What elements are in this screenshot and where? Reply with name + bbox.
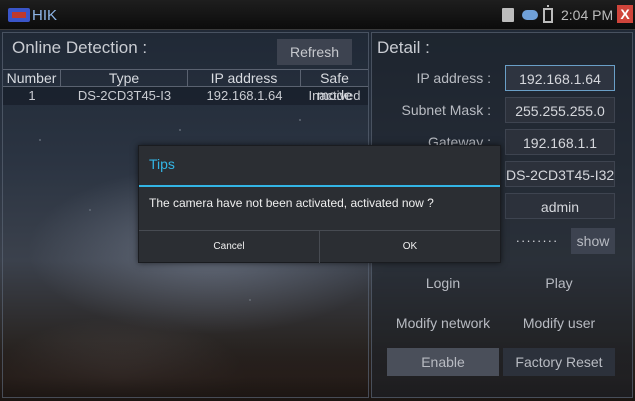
hik-logo-icon xyxy=(8,8,30,22)
dialog-title: Tips xyxy=(149,156,175,172)
app-screen: HIK 2:04 PM X Online Detection : Refresh… xyxy=(0,0,635,401)
username-field[interactable]: admin xyxy=(505,193,615,219)
status-bar: HIK 2:04 PM X xyxy=(0,0,635,30)
column-header-number: Number xyxy=(3,70,61,86)
sd-card-icon xyxy=(502,8,514,22)
usb-icon xyxy=(522,10,538,20)
cell-safe-mode: Inactived xyxy=(308,88,361,103)
cancel-button[interactable]: Cancel xyxy=(139,231,320,263)
cell-type: DS-2CD3T45-I3 xyxy=(77,88,172,103)
column-header-ip-address: IP address xyxy=(188,70,301,86)
gateway-field[interactable]: 192.168.1.1 xyxy=(505,129,615,155)
column-header-safe-mode: Safe mode xyxy=(316,70,353,103)
clock-time: 2:04 PM xyxy=(561,7,614,23)
subnet-mask-field[interactable]: 255.255.255.0 xyxy=(505,97,615,123)
subnet-mask-label: Subnet Mask : xyxy=(401,102,492,118)
online-detection-title: Online Detection : xyxy=(12,38,148,57)
ok-button[interactable]: OK xyxy=(320,231,500,263)
device-model-field[interactable]: DS-2CD3T45-I3201 xyxy=(505,161,615,187)
cell-number: 1 xyxy=(28,88,36,103)
device-table-header: Number Type IP address Safe mode xyxy=(3,69,368,103)
activation-dialog: Tips The camera have not been activated,… xyxy=(138,145,501,263)
dialog-title-divider xyxy=(139,185,500,187)
login-button[interactable]: Login xyxy=(387,269,499,297)
column-header-type: Type xyxy=(61,70,188,86)
battery-icon xyxy=(543,5,553,23)
dialog-message: The camera have not been activated, acti… xyxy=(149,196,434,210)
show-password-button[interactable]: show xyxy=(571,228,615,254)
ip-address-field[interactable]: 192.168.1.64 xyxy=(505,65,615,91)
device-table: Number Type IP address Safe mode 1 DS-2C… xyxy=(3,69,368,105)
modify-user-button[interactable]: Modify user xyxy=(503,309,615,337)
factory-reset-button[interactable]: Factory Reset xyxy=(503,348,615,376)
table-row[interactable]: 1 DS-2CD3T45-I3 192.168.1.64 Inactived xyxy=(3,87,368,105)
refresh-button[interactable]: Refresh xyxy=(277,39,352,65)
detail-title: Detail : xyxy=(377,38,430,57)
app-title: HIK xyxy=(32,7,58,24)
play-button[interactable]: Play xyxy=(503,269,615,297)
cell-ip-address: 192.168.1.64 xyxy=(206,88,283,103)
password-field[interactable]: ········ xyxy=(505,228,569,254)
modify-network-button[interactable]: Modify network xyxy=(387,309,499,337)
close-icon[interactable]: X xyxy=(617,5,633,23)
ip-address-label: IP address : xyxy=(416,70,491,86)
enable-button[interactable]: Enable xyxy=(387,348,499,376)
